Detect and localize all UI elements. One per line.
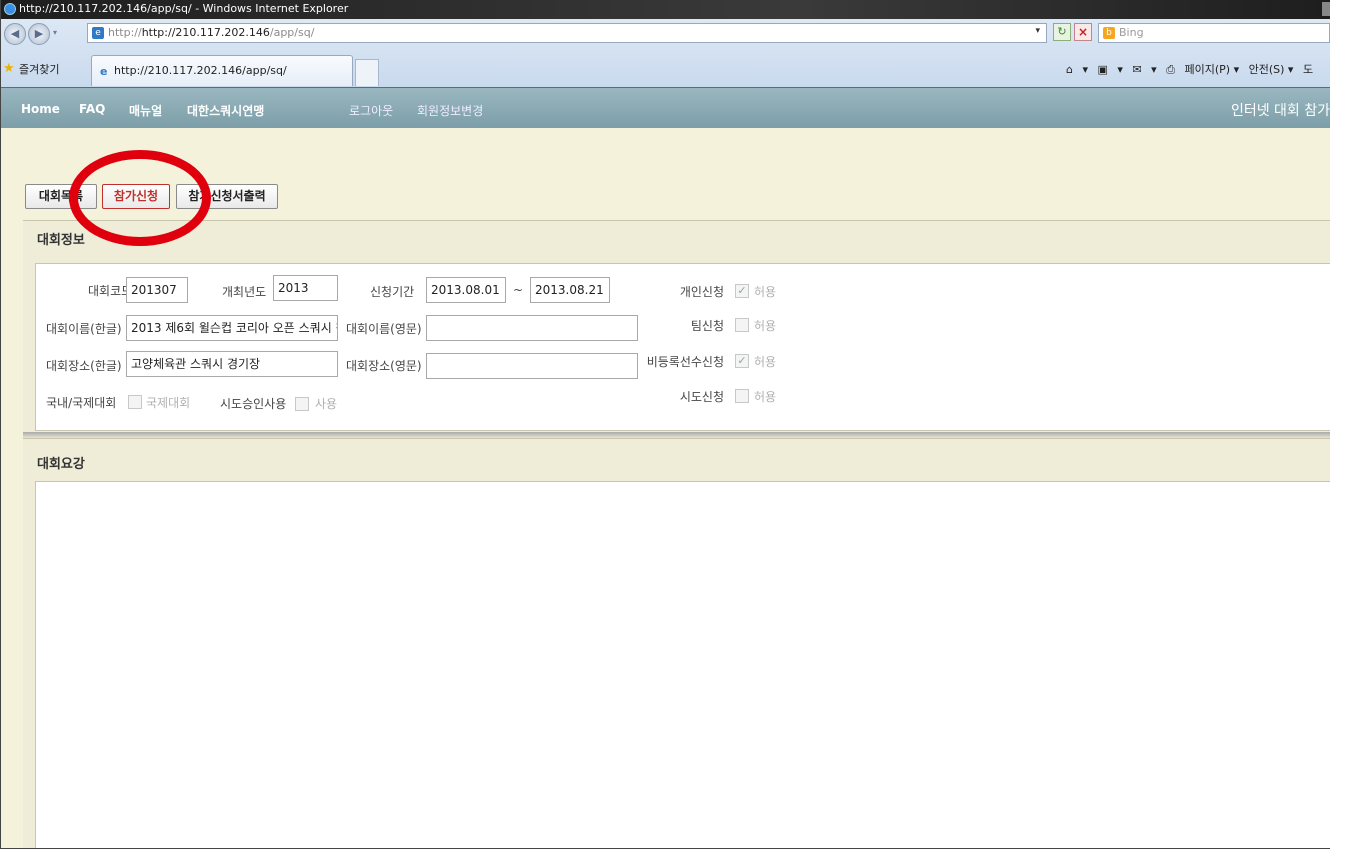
ie-logo-icon bbox=[4, 3, 16, 15]
back-button[interactable]: ◀ bbox=[4, 23, 26, 45]
url-host: http://210.117.202.146 bbox=[141, 26, 270, 39]
perm-unregistered-checkbox[interactable]: ✓ bbox=[735, 354, 749, 368]
name-ko-label: 대회이름(한글) bbox=[46, 322, 122, 336]
url-scheme: http:// bbox=[108, 26, 142, 39]
browser-toolbar: ◀ ▶ ▾ e http://http://210.117.202.146/ap… bbox=[1, 19, 1330, 87]
mail-icon[interactable]: ✉ bbox=[1132, 63, 1141, 76]
intl-checkbox[interactable] bbox=[128, 395, 142, 409]
perm-province-check-label: 허용 bbox=[754, 390, 777, 404]
address-dropdown-icon[interactable]: ▾ bbox=[1035, 26, 1040, 36]
name-ko-input[interactable]: 2013 제6회 윌슨컵 코리아 오픈 스쿼시 챔피 bbox=[126, 315, 338, 341]
forward-button[interactable]: ▶ bbox=[28, 23, 50, 45]
address-url[interactable]: http://http://210.117.202.146/app/sq/ bbox=[108, 26, 314, 39]
search-placeholder: Bing bbox=[1119, 26, 1144, 39]
edit-profile-link[interactable]: 회원정보변경 bbox=[417, 102, 483, 119]
refresh-button[interactable]: ↻ bbox=[1053, 23, 1071, 41]
address-bar[interactable]: e http://http://210.117.202.146/app/sq/ … bbox=[87, 23, 1047, 43]
perm-individual-label: 개인신청 bbox=[679, 285, 724, 299]
intl-label: 국내/국제대회 bbox=[46, 396, 117, 410]
command-bar: ⌂ ▾ ▣ ▾ ✉ ▾ ⎙ 페이지(P) ▾ 안전(S) ▾ 도 bbox=[1066, 61, 1319, 77]
window-title: http://210.117.202.146/app/sq/ - Windows… bbox=[19, 2, 349, 15]
perm-team-label: 팀신청 bbox=[690, 319, 724, 333]
perm-team-check-label: 허용 bbox=[754, 319, 777, 333]
print-icon[interactable]: ⎙ bbox=[1166, 63, 1175, 76]
safety-menu[interactable]: 안전(S) ▾ bbox=[1249, 63, 1294, 76]
menu-faq[interactable]: FAQ bbox=[79, 102, 105, 116]
annotation-circle bbox=[69, 150, 211, 246]
code-input[interactable]: 201307 bbox=[126, 277, 188, 303]
perm-province-checkbox[interactable] bbox=[735, 389, 749, 403]
bing-icon: b bbox=[1103, 27, 1115, 39]
period-label: 신청기간 bbox=[370, 285, 415, 299]
window-control[interactable] bbox=[1322, 2, 1330, 16]
feeds-icon[interactable]: ▣ bbox=[1098, 63, 1108, 76]
main-content: 대회목록 참가신청 참가신청서출력 대회정보 대회코드 201307 개최년도 … bbox=[1, 128, 1330, 848]
mail-dropdown[interactable]: ▾ bbox=[1151, 63, 1157, 76]
year-input[interactable]: 2013 bbox=[273, 275, 338, 301]
tab-ie-icon: e bbox=[100, 65, 108, 78]
tab-title: http://210.117.202.146/app/sq/ bbox=[114, 64, 287, 77]
page-menu[interactable]: 페이지(P) ▾ bbox=[1185, 63, 1240, 76]
intl-check-label: 국제대회 bbox=[146, 396, 191, 410]
new-tab-button[interactable] bbox=[355, 59, 379, 86]
venue-ko-input[interactable]: 고양체육관 스쿼시 경기장 bbox=[126, 351, 338, 377]
favorites-bar: ★ 즐겨찾기 e http://210.117.202.146/app/sq/ … bbox=[1, 49, 1330, 86]
perm-province-label: 시도신청 bbox=[679, 390, 724, 404]
province-approval-label: 시도승인사용 bbox=[220, 397, 287, 411]
title-bar: http://210.117.202.146/app/sq/ - Windows… bbox=[1, 0, 1330, 19]
site-title: 인터넷 대회 참가 bbox=[1230, 103, 1330, 119]
period-start-input[interactable]: 2013.08.01 bbox=[426, 277, 506, 303]
competition-info-title: 대회정보 bbox=[37, 233, 85, 248]
url-path: /app/sq/ bbox=[269, 26, 315, 39]
browser-window: http://210.117.202.146/app/sq/ - Windows… bbox=[0, 0, 1330, 849]
site-header: Home FAQ 매뉴얼 대한스쿼시연맹 로그아웃 회원정보변경 인터넷 대회 … bbox=[1, 87, 1330, 128]
logout-link[interactable]: 로그아웃 bbox=[349, 102, 393, 119]
period-separator: ~ bbox=[513, 283, 524, 297]
venue-en-label: 대회장소(영문) bbox=[346, 359, 422, 373]
browser-tab[interactable]: e http://210.117.202.146/app/sq/ bbox=[91, 55, 353, 86]
province-approval-checkbox[interactable] bbox=[295, 397, 309, 411]
venue-en-input[interactable] bbox=[426, 353, 638, 379]
venue-ko-label: 대회장소(한글) bbox=[46, 359, 122, 373]
page-icon: e bbox=[92, 27, 104, 39]
period-end-input[interactable]: 2013.08.21 bbox=[530, 277, 610, 303]
perm-unregistered-label: 비등록선수신청 bbox=[646, 355, 724, 369]
province-approval-check-label: 사용 bbox=[315, 397, 338, 411]
stop-button[interactable]: × bbox=[1074, 23, 1092, 41]
favorites-button[interactable]: 즐겨찾기 bbox=[19, 61, 59, 77]
perm-unregistered-check-label: 허용 bbox=[754, 355, 777, 369]
perm-team-checkbox[interactable] bbox=[735, 318, 749, 332]
history-dropdown-icon[interactable]: ▾ bbox=[53, 28, 57, 37]
search-box[interactable]: b Bing bbox=[1098, 23, 1330, 43]
home-dropdown[interactable]: ▾ bbox=[1082, 63, 1088, 76]
home-icon[interactable]: ⌂ bbox=[1066, 63, 1073, 76]
menu-home[interactable]: Home bbox=[21, 102, 60, 116]
competition-info-form: 대회코드 201307 개최년도 2013 신청기간 2013.08.01 ~ … bbox=[35, 263, 1330, 431]
competition-overview-title: 대회요강 bbox=[37, 457, 85, 472]
perm-individual-checkbox[interactable]: ✓ bbox=[735, 284, 749, 298]
favorites-star-icon[interactable]: ★ bbox=[3, 61, 15, 76]
competition-overview-content bbox=[35, 481, 1330, 848]
year-label: 개최년도 bbox=[222, 285, 267, 299]
name-en-input[interactable] bbox=[426, 315, 638, 341]
perm-individual-check-label: 허용 bbox=[754, 285, 777, 299]
competition-overview-panel: 대회요강 bbox=[23, 438, 1330, 848]
competition-info-panel: 대회정보 대회코드 201307 개최년도 2013 신청기간 2013.08.… bbox=[23, 220, 1330, 433]
menu-manual[interactable]: 매뉴얼 bbox=[129, 102, 162, 119]
menu-federation[interactable]: 대한스쿼시연맹 bbox=[187, 102, 264, 119]
feeds-dropdown[interactable]: ▾ bbox=[1117, 63, 1123, 76]
name-en-label: 대회이름(영문) bbox=[346, 322, 422, 336]
tools-menu[interactable]: 도 bbox=[1303, 63, 1313, 76]
